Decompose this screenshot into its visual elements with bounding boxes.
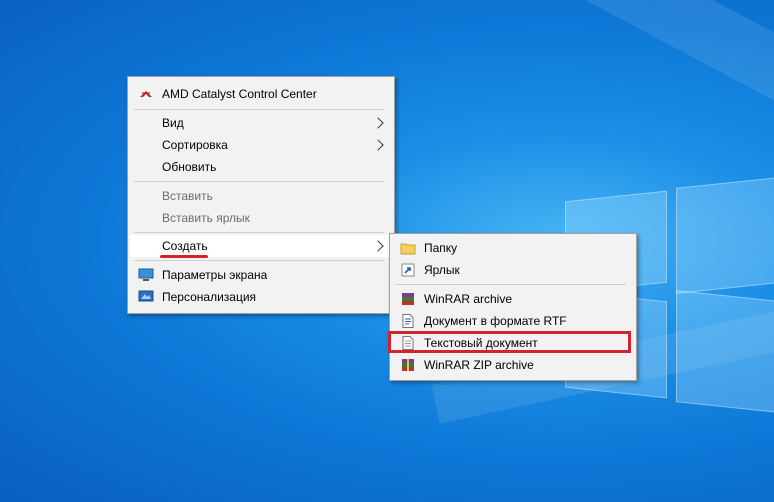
menu-item-label: AMD Catalyst Control Center <box>162 87 317 101</box>
submenu-item-folder[interactable]: Папку <box>392 237 634 259</box>
annotation-underline <box>160 255 208 258</box>
menu-item-label: Обновить <box>162 160 217 174</box>
menu-item-label: Параметры экрана <box>162 268 268 282</box>
menu-item-label: Вставить ярлык <box>162 211 250 225</box>
windows-logo-pane <box>676 290 774 414</box>
amd-catalyst-icon <box>140 91 152 97</box>
chevron-right-icon <box>372 240 384 252</box>
menu-separator <box>134 260 384 261</box>
menu-item-paste-shortcut[interactable]: Вставить ярлык <box>130 207 392 229</box>
menu-separator <box>134 232 384 233</box>
submenu-item-winrar-archive[interactable]: WinRAR archive <box>392 288 634 310</box>
create-submenu: Папку Ярлык WinRAR archive Документ в фо… <box>389 233 637 381</box>
annotation-highlight-box <box>388 331 631 353</box>
wallpaper-light-beam <box>395 0 774 134</box>
winrar-icon <box>402 293 414 305</box>
menu-item-label: Вставить <box>162 189 213 203</box>
submenu-item-label: WinRAR ZIP archive <box>424 358 534 372</box>
windows-logo-pane <box>676 176 774 294</box>
menu-item-label: Вид <box>162 116 184 130</box>
menu-item-amd-catalyst[interactable]: AMD Catalyst Control Center <box>130 83 392 105</box>
submenu-item-winrar-zip[interactable]: WinRAR ZIP archive <box>392 354 634 376</box>
folder-icon <box>400 243 416 255</box>
menu-item-create[interactable]: Создать <box>130 235 392 258</box>
submenu-item-label: Ярлык <box>424 263 460 277</box>
menu-item-label: Сортировка <box>162 138 228 152</box>
submenu-item-label: WinRAR archive <box>424 292 513 306</box>
desktop-context-menu: AMD Catalyst Control Center Вид Сортиров… <box>127 76 395 314</box>
submenu-separator <box>396 284 626 285</box>
menu-item-label: Создать <box>162 239 208 253</box>
menu-item-sort[interactable]: Сортировка <box>130 134 392 156</box>
menu-item-refresh[interactable]: Обновить <box>130 156 392 178</box>
menu-item-personalization[interactable]: Персонализация <box>130 286 392 308</box>
menu-item-paste[interactable]: Вставить <box>130 185 392 207</box>
chevron-right-icon <box>372 139 384 151</box>
submenu-item-shortcut[interactable]: Ярлык <box>392 259 634 281</box>
shortcut-icon <box>401 263 415 277</box>
personalization-icon <box>138 290 154 302</box>
menu-item-view[interactable]: Вид <box>130 112 392 134</box>
submenu-item-rtf-document[interactable]: Документ в формате RTF <box>392 310 634 332</box>
winrar-zip-icon <box>402 359 414 371</box>
menu-separator <box>134 109 384 110</box>
chevron-right-icon <box>372 117 384 129</box>
menu-item-label: Персонализация <box>162 290 257 304</box>
rtf-document-icon <box>402 314 414 328</box>
display-settings-icon <box>138 268 154 281</box>
menu-separator <box>134 181 384 182</box>
submenu-item-label: Документ в формате RTF <box>424 314 567 328</box>
menu-item-display-settings[interactable]: Параметры экрана <box>130 264 392 286</box>
submenu-item-label: Папку <box>424 241 458 255</box>
